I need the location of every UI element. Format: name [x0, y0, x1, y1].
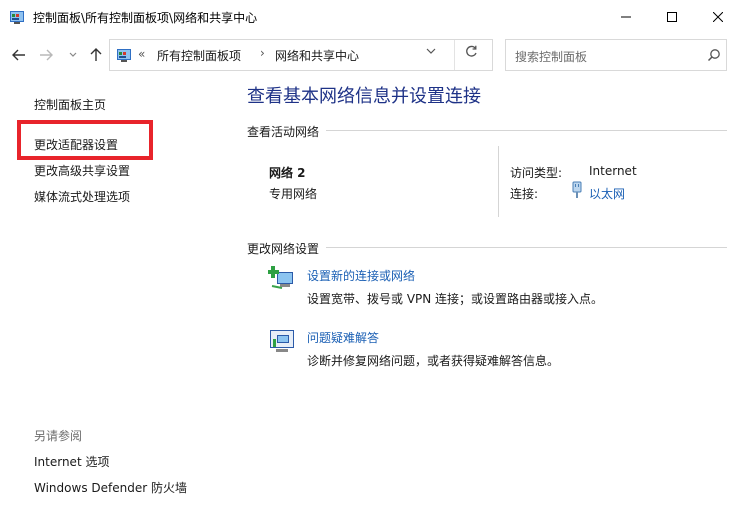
- section-divider: [326, 247, 727, 248]
- troubleshoot-icon: [270, 330, 294, 352]
- maximize-button[interactable]: [649, 0, 695, 33]
- chevron-down-icon: [426, 48, 436, 54]
- network-name: 网络 2: [269, 166, 306, 180]
- refresh-icon: [466, 45, 477, 57]
- troubleshoot-link[interactable]: 问题疑难解答: [307, 329, 379, 346]
- refresh-button[interactable]: [465, 45, 478, 62]
- ethernet-icon: [572, 181, 582, 198]
- network-profile-type: 专用网络: [269, 187, 318, 201]
- connection-label: 连接:: [510, 187, 539, 201]
- sidebar-item-advanced-sharing[interactable]: 更改高级共享设置: [34, 162, 130, 179]
- setup-connection-link[interactable]: 设置新的连接或网络: [307, 267, 415, 284]
- minimize-icon: [621, 16, 631, 17]
- network-info-divider: [498, 146, 499, 217]
- address-overflow-separator[interactable]: «: [138, 47, 145, 61]
- back-arrow-icon: [12, 49, 25, 61]
- breadcrumb-all-items[interactable]: 所有控制面板项: [157, 47, 241, 64]
- see-also-defender-firewall[interactable]: Windows Defender 防火墙: [34, 479, 187, 496]
- see-also-internet-options[interactable]: Internet 选项: [34, 453, 109, 470]
- breadcrumb-separator[interactable]: ›: [260, 46, 265, 60]
- setup-connection-description: 设置宽带、拨号或 VPN 连接；或设置路由器或接入点。: [307, 292, 604, 306]
- breadcrumb-network-center[interactable]: 网络和共享中心: [275, 47, 359, 64]
- close-icon: [713, 11, 723, 22]
- section-divider: [326, 130, 727, 131]
- minimize-button[interactable]: [603, 0, 649, 33]
- window-title: 控制面板\所有控制面板项\网络和共享中心: [33, 11, 258, 25]
- sidebar-item-media-streaming[interactable]: 媒体流式处理选项: [34, 188, 130, 205]
- active-networks-heading: 查看活动网络: [247, 125, 320, 139]
- connection-ethernet-link[interactable]: 以太网: [589, 185, 625, 202]
- access-type-value: Internet: [589, 164, 637, 178]
- navigation-bar: « 所有控制面板项 › 网络和共享中心 搜索控制面板: [0, 33, 741, 77]
- forward-button[interactable]: [36, 45, 56, 65]
- back-button[interactable]: [9, 45, 29, 65]
- title-bar: 控制面板\所有控制面板项\网络和共享中心: [0, 0, 741, 33]
- search-box[interactable]: 搜索控制面板: [505, 39, 727, 71]
- up-arrow-icon: [90, 48, 102, 61]
- search-icon[interactable]: [707, 48, 721, 62]
- page-title: 查看基本网络信息并设置连接: [247, 86, 481, 107]
- sidebar-item-home[interactable]: 控制面板主页: [34, 96, 106, 113]
- forward-arrow-icon: [40, 49, 53, 61]
- control-panel-icon: [10, 11, 24, 24]
- access-type-label: 访问类型:: [510, 166, 563, 180]
- address-bar[interactable]: « 所有控制面板项 › 网络和共享中心: [109, 39, 493, 71]
- recent-dropdown-icon: [69, 52, 77, 57]
- see-also-heading: 另请参阅: [34, 429, 83, 443]
- close-button[interactable]: [695, 0, 741, 33]
- maximize-icon: [667, 11, 677, 22]
- address-history-dropdown[interactable]: [426, 46, 436, 57]
- search-input[interactable]: 搜索控制面板: [515, 48, 587, 65]
- control-panel-icon: [117, 49, 131, 62]
- address-divider: [454, 40, 455, 70]
- recent-locations-button[interactable]: [63, 45, 83, 65]
- change-settings-heading: 更改网络设置: [247, 242, 320, 256]
- up-button[interactable]: [86, 45, 106, 65]
- troubleshoot-description: 诊断并修复网络问题，或者获得疑难解答信息。: [307, 354, 560, 368]
- highlight-box: [17, 120, 153, 160]
- new-connection-icon: [268, 266, 293, 289]
